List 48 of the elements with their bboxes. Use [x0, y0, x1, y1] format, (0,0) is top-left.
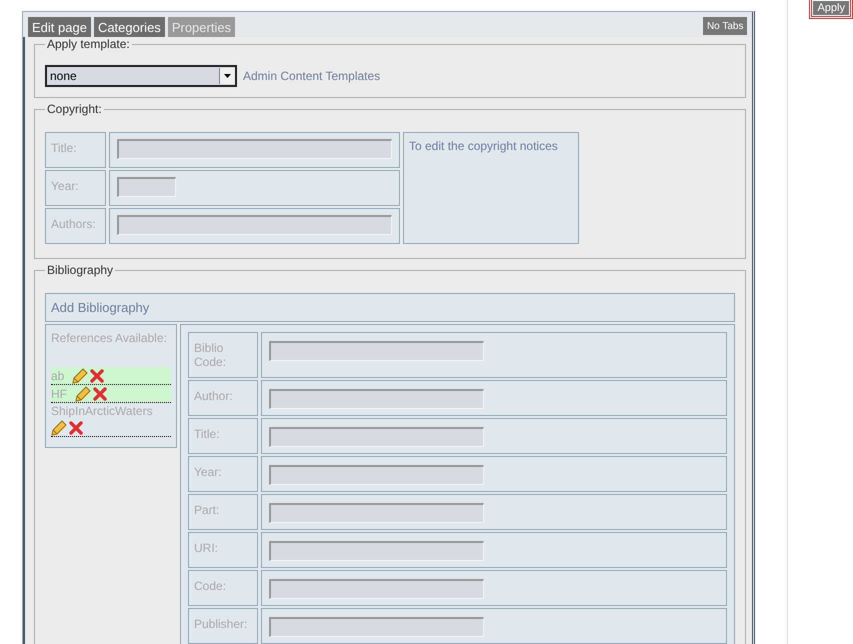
input-field[interactable]: [269, 427, 484, 447]
pencil-icon[interactable]: [75, 386, 91, 402]
group-legend: Apply template:: [45, 37, 132, 51]
apply-button[interactable]: Apply: [813, 1, 849, 15]
delete-icon[interactable]: [90, 369, 104, 383]
input-field[interactable]: [269, 579, 484, 599]
pencil-icon[interactable]: [51, 420, 67, 436]
input-field[interactable]: [117, 139, 392, 159]
group-legend: Bibliography: [45, 263, 116, 277]
field-label: Part:: [188, 494, 258, 530]
field-label: Authors:: [45, 208, 106, 244]
tab[interactable]: Categories: [94, 17, 165, 37]
reference-item[interactable]: ShipInArcticWaters: [51, 403, 171, 437]
input-field[interactable]: [117, 177, 176, 197]
references-heading: References Available:: [51, 330, 168, 347]
input-field[interactable]: [269, 341, 484, 361]
template-select[interactable]: none: [45, 65, 237, 87]
input-field[interactable]: [269, 389, 484, 409]
copyright-note: To edit the copyright notices: [403, 132, 579, 244]
dropdown-arrow-icon: [224, 74, 231, 78]
no-tabs-button[interactable]: No Tabs: [702, 17, 748, 35]
input-field[interactable]: [269, 617, 484, 637]
input-field[interactable]: [269, 541, 484, 561]
tab[interactable]: Properties: [168, 17, 236, 37]
input-field[interactable]: [117, 215, 392, 235]
input-field[interactable]: [269, 503, 484, 523]
field-label: Year:: [45, 170, 106, 206]
field-label: URI:: [188, 532, 258, 568]
field-label: Title:: [188, 418, 258, 454]
reference-item[interactable]: ab: [51, 367, 171, 385]
group-legend: Copyright:: [45, 102, 104, 116]
reference-name: ShipInArcticWaters: [51, 404, 153, 418]
field-label: Title:: [45, 132, 106, 168]
reference-name: ab: [51, 369, 64, 383]
pencil-icon[interactable]: [72, 368, 88, 384]
reference-item[interactable]: HF: [51, 385, 171, 403]
field-label: Code:: [188, 570, 258, 606]
field-label: Publisher:: [188, 608, 258, 644]
reference-name: HF: [51, 387, 67, 401]
admin-templates-link[interactable]: Admin Content Templates: [243, 69, 380, 83]
field-label: Biblio Code:: [188, 332, 258, 378]
tab[interactable]: Edit page: [28, 17, 91, 37]
delete-icon[interactable]: [69, 421, 83, 435]
field-label: Year:: [188, 456, 258, 492]
delete-icon[interactable]: [93, 387, 107, 401]
field-label: Author:: [188, 380, 258, 416]
add-bibliography-link[interactable]: Add Bibliography: [45, 293, 736, 322]
input-field[interactable]: [269, 465, 484, 485]
